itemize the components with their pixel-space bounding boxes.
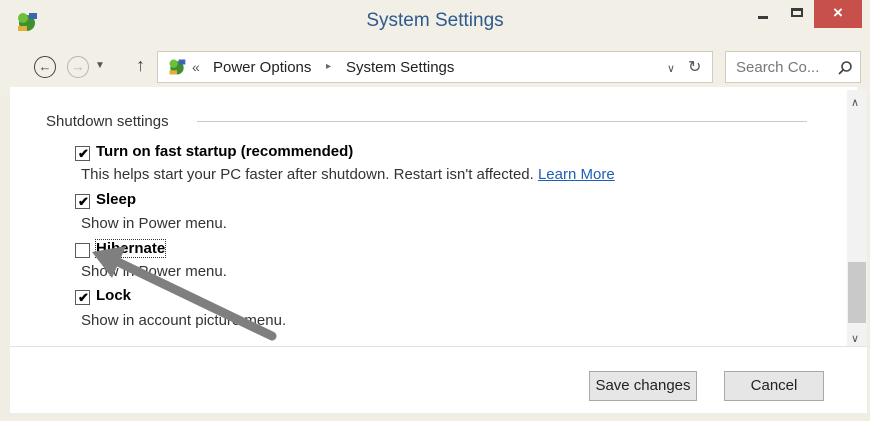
window-title: System Settings bbox=[366, 10, 504, 31]
description-hibernate: Show in Power menu. bbox=[81, 263, 227, 280]
refresh-icon[interactable]: ↻ bbox=[688, 57, 701, 77]
checkbox-hibernate[interactable] bbox=[75, 243, 90, 258]
breadcrumb-power-options[interactable]: Power Options bbox=[213, 59, 311, 76]
vertical-scrollbar[interactable]: ∧ ∨ bbox=[847, 90, 867, 346]
description-lock: Show in account picture menu. bbox=[81, 312, 287, 329]
checkbox-fast-startup[interactable]: ✔ bbox=[75, 146, 90, 161]
breadcrumb-system-settings[interactable]: System Settings bbox=[346, 59, 454, 76]
back-button[interactable]: ← bbox=[34, 56, 56, 78]
search-box[interactable]: Search Co... bbox=[725, 51, 861, 83]
title-bar: System Settings × bbox=[0, 0, 870, 46]
shutdown-settings-heading: Shutdown settings bbox=[46, 113, 169, 130]
maximize-button[interactable] bbox=[780, 0, 814, 28]
check-icon: ✔ bbox=[78, 290, 89, 305]
checkbox-sleep[interactable]: ✔ bbox=[75, 194, 90, 209]
description-fast-startup: This helps start your PC faster after sh… bbox=[81, 166, 615, 183]
label-sleep[interactable]: Sleep bbox=[96, 191, 136, 208]
window: System Settings × ← → ▼ ↑ « Power Option… bbox=[0, 0, 870, 421]
save-changes-button[interactable]: Save changes bbox=[589, 371, 697, 401]
address-dropdown-icon[interactable]: ∨ bbox=[667, 62, 675, 75]
check-icon: ✔ bbox=[78, 146, 89, 161]
up-button[interactable]: ↑ bbox=[136, 55, 145, 76]
breadcrumb-separator-icon[interactable]: ▸ bbox=[326, 61, 331, 72]
scroll-up-icon[interactable]: ∧ bbox=[851, 96, 859, 109]
cancel-button[interactable]: Cancel bbox=[724, 371, 824, 401]
minimize-button[interactable] bbox=[746, 0, 780, 28]
label-hibernate[interactable]: Hibernate bbox=[94, 239, 167, 258]
forward-button[interactable]: → bbox=[67, 56, 89, 78]
recent-locations-button[interactable]: ▼ bbox=[95, 60, 105, 71]
check-icon: ✔ bbox=[78, 194, 89, 209]
breadcrumb-overflow-icon[interactable]: « bbox=[192, 59, 200, 75]
search-input[interactable]: Search Co... bbox=[736, 59, 819, 76]
control-panel-icon bbox=[169, 59, 186, 75]
label-fast-startup[interactable]: Turn on fast startup (recommended) bbox=[96, 143, 353, 160]
label-lock[interactable]: Lock bbox=[96, 287, 131, 304]
scroll-thumb[interactable] bbox=[848, 262, 866, 323]
learn-more-link[interactable]: Learn More bbox=[538, 166, 615, 183]
description-sleep: Show in Power menu. bbox=[81, 215, 227, 232]
scroll-down-icon[interactable]: ∨ bbox=[851, 332, 859, 345]
checkbox-lock[interactable]: ✔ bbox=[75, 290, 90, 305]
close-button[interactable]: × bbox=[814, 0, 862, 28]
address-bar[interactable]: « Power Options ▸ System Settings ∨ ↻ bbox=[157, 51, 713, 83]
heading-divider bbox=[197, 121, 807, 122]
search-icon[interactable] bbox=[837, 60, 853, 76]
description-fast-startup-text: This helps start your PC faster after sh… bbox=[81, 166, 534, 183]
